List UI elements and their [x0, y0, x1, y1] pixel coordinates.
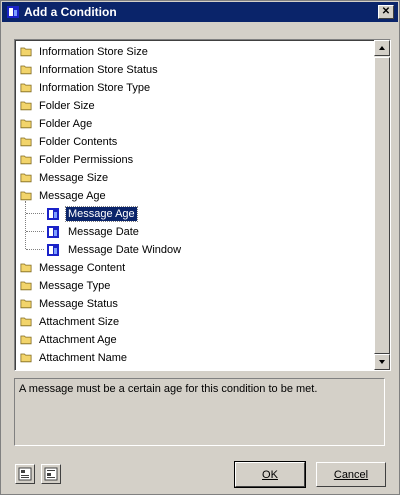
- tree-folder-item[interactable]: Message Type: [19, 277, 112, 294]
- tree-item-label: Information Store Type: [39, 81, 151, 94]
- dialog-title: Add a Condition: [24, 5, 117, 19]
- folder-icon: [20, 263, 32, 273]
- tree-item-label: Folder Size: [39, 99, 95, 112]
- scroll-up-button[interactable]: [374, 40, 390, 56]
- cancel-button-label: Cancel: [333, 468, 369, 481]
- folder-icon: [20, 83, 32, 93]
- tree-folder-item[interactable]: Folder Permissions: [19, 151, 135, 168]
- tree-connector-branch: [26, 213, 44, 214]
- tree-folder-item[interactable]: Folder Size: [19, 97, 97, 114]
- condition-tree[interactable]: Information Store Size Information Store …: [14, 39, 391, 371]
- tree-condition-item[interactable]: Message Age: [46, 205, 138, 222]
- folder-icon: [20, 155, 32, 165]
- condition-icon: [47, 225, 59, 238]
- tree-item-label: Message Date Window: [68, 243, 182, 256]
- tree-folder-item[interactable]: Message Age: [19, 187, 108, 204]
- scroll-down-button[interactable]: [374, 354, 390, 370]
- tree-item-label: Message Type: [39, 279, 111, 292]
- condition-icon: [7, 6, 19, 18]
- tree-item-label: Information Store Status: [39, 63, 158, 76]
- tree-condition-item[interactable]: Message Date Window: [46, 241, 183, 258]
- vertical-scrollbar[interactable]: [374, 40, 390, 370]
- tree-folder-item[interactable]: Attachment Name: [19, 349, 129, 366]
- condition-description: A message must be a certain age for this…: [14, 378, 385, 446]
- tree-item-label: Folder Permissions: [39, 153, 134, 166]
- tree-condition-item[interactable]: Message Date: [46, 223, 141, 240]
- folder-icon: [20, 353, 32, 363]
- folder-icon: [20, 137, 32, 147]
- tree-folder-item[interactable]: Message Size: [19, 169, 110, 186]
- tree-item-label: Folder Age: [39, 117, 93, 130]
- tree-folder-item[interactable]: Folder Age: [19, 115, 94, 132]
- folder-icon: [20, 281, 32, 291]
- expand-all-button[interactable]: [15, 464, 35, 484]
- tree-connector-line: [25, 201, 26, 249]
- tree-folder-item[interactable]: Attachment Size: [19, 313, 121, 330]
- cancel-button[interactable]: Cancel: [316, 462, 386, 487]
- tree-item-label: Attachment Size: [39, 315, 120, 328]
- ok-button-label: OK: [262, 468, 278, 481]
- ok-button[interactable]: OK: [234, 461, 306, 488]
- tree-item-label: Attachment Name: [39, 351, 128, 364]
- folder-icon: [20, 65, 32, 75]
- title-bar[interactable]: Add a Condition ✕: [2, 2, 398, 22]
- tree-list: Information Store Size Information Store …: [15, 40, 373, 370]
- folder-icon: [20, 335, 32, 345]
- folder-icon: [20, 173, 32, 183]
- collapse-all-button[interactable]: [41, 464, 61, 484]
- tree-item-label: Attachment Age: [39, 333, 117, 346]
- tree-item-label: Folder Contents: [39, 135, 118, 148]
- condition-icon: [47, 207, 59, 220]
- tree-folder-item[interactable]: Message Status: [19, 295, 120, 312]
- folder-icon: [20, 317, 32, 327]
- tree-folder-item[interactable]: Information Store Size: [19, 43, 150, 60]
- tree-folder-item[interactable]: Information Store Type: [19, 79, 152, 96]
- close-button[interactable]: ✕: [378, 5, 394, 19]
- collapse-all-icon: [44, 467, 58, 481]
- tree-item-label: Message Status: [39, 297, 118, 310]
- tree-item-label: Message Age: [65, 205, 138, 222]
- arrow-down-icon: [379, 360, 385, 364]
- condition-icon: [47, 243, 59, 256]
- scroll-thumb[interactable]: [374, 57, 390, 354]
- folder-icon: [20, 101, 32, 111]
- tree-connector-branch: [26, 249, 44, 250]
- tree-folder-item[interactable]: Information Store Status: [19, 61, 160, 78]
- tree-folder-item[interactable]: Attachment Age: [19, 331, 119, 348]
- tree-item-label: Message Age: [39, 189, 106, 202]
- expand-all-icon: [18, 467, 32, 481]
- tree-item-label: Message Content: [39, 261, 126, 274]
- arrow-up-icon: [379, 46, 385, 50]
- tree-folder-item[interactable]: Message Content: [19, 259, 127, 276]
- tree-connector-branch: [26, 231, 44, 232]
- folder-icon: [20, 47, 32, 57]
- dialog-window: Add a Condition ✕ Information Store Size…: [0, 0, 400, 495]
- folder-icon: [20, 299, 32, 309]
- folder-icon: [20, 191, 32, 201]
- tree-folder-item[interactable]: Folder Contents: [19, 133, 119, 150]
- tree-item-label: Information Store Size: [39, 45, 148, 58]
- folder-icon: [20, 119, 32, 129]
- tree-item-label: Message Size: [39, 171, 109, 184]
- tree-item-label: Message Date: [68, 225, 139, 238]
